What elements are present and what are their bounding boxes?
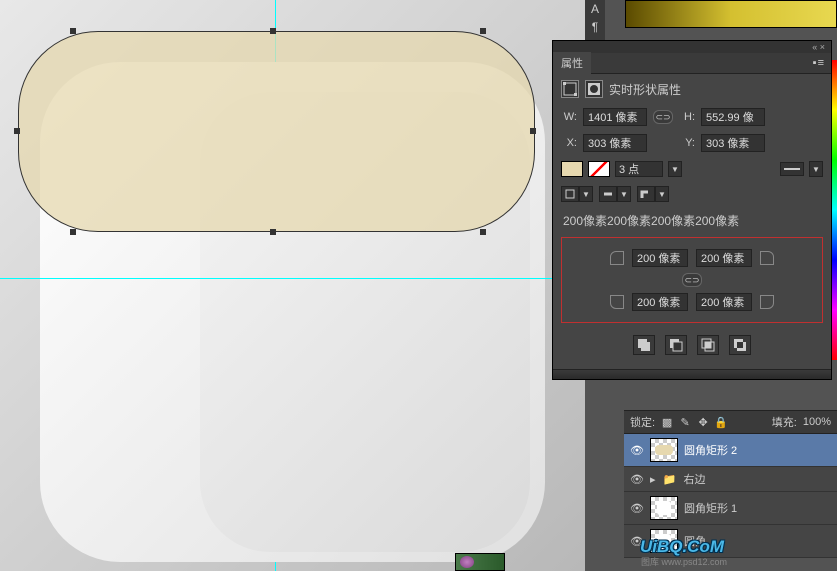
folder-icon: 📁 [662, 472, 678, 486]
stroke-caps-dropdown[interactable] [599, 186, 617, 202]
panel-footer [553, 369, 831, 379]
lock-label: 锁定: [630, 414, 655, 430]
lock-all-icon[interactable]: 🔒 [715, 416, 727, 428]
canvas[interactable] [0, 0, 585, 571]
visibility-eye-icon[interactable]: 👁 [630, 473, 644, 486]
fill-stroke-row: ▼ ▼ [553, 156, 831, 182]
lock-position-icon[interactable]: ✥ [697, 416, 709, 428]
layer-row[interactable]: 👁 圆角矩形 1 [624, 492, 837, 525]
lock-pixels-icon[interactable]: ✎ [679, 416, 691, 428]
gradient-preview[interactable] [625, 0, 837, 28]
corner-tr-input[interactable] [696, 249, 752, 267]
anchor-point[interactable] [270, 28, 276, 34]
layer-thumb [650, 438, 678, 462]
corner-radius-summary: 200像素200像素200像素200像素 [553, 206, 831, 235]
anchor-point[interactable] [14, 128, 20, 134]
y-input[interactable] [701, 134, 765, 152]
paragraph-icon[interactable]: ¶ [585, 20, 605, 34]
corner-tl-input[interactable] [632, 249, 688, 267]
taskbar-thumb [455, 553, 505, 571]
link-wh-icon[interactable]: ⊂⊃ [653, 110, 673, 124]
properties-panel: « × 属性 ▪≡ 实时形状属性 W: ⊂⊃ H: X: Y: ▼ ▼ ▼ [552, 40, 832, 380]
width-label: W: [561, 111, 577, 123]
corner-tl-icon [610, 251, 624, 265]
pathfinder-intersect-button[interactable] [697, 335, 719, 355]
chevron-down-icon[interactable]: ▼ [579, 186, 593, 202]
layer-thumb [650, 496, 678, 520]
fill-color-swatch[interactable] [561, 161, 583, 177]
chevron-down-icon[interactable]: ▼ [655, 186, 669, 202]
layer-name[interactable]: 圆角矩形 1 [684, 500, 737, 516]
watermark-logo: UiBQ.CoM [640, 537, 724, 557]
watermark-subtext: 图库 www.psd12.com [641, 555, 727, 568]
stroke-style-dropdown-icon[interactable]: ▼ [809, 161, 823, 177]
layer-name[interactable]: 圆角矩形 2 [684, 442, 737, 458]
visibility-eye-icon[interactable]: 👁 [630, 444, 644, 457]
anchor-point[interactable] [480, 229, 486, 235]
panel-collapse-icon[interactable]: « × [809, 42, 828, 52]
x-input[interactable] [583, 134, 647, 152]
layer-row[interactable]: 👁 ▸ 📁 右边 [624, 467, 837, 492]
stroke-align-dropdown[interactable] [561, 186, 579, 202]
bounding-box-icon [561, 80, 579, 98]
anchor-point[interactable] [270, 229, 276, 235]
anchor-point[interactable] [70, 229, 76, 235]
panel-subtitle: 实时形状属性 [609, 81, 681, 98]
anchor-point[interactable] [70, 28, 76, 34]
x-label: X: [561, 137, 577, 149]
link-corners-icon[interactable]: ⊂⊃ [682, 273, 702, 287]
pathfinder-subtract-button[interactable] [665, 335, 687, 355]
stroke-width-input[interactable] [615, 161, 663, 177]
height-label: H: [679, 111, 695, 123]
xy-row: X: Y: [553, 130, 831, 156]
panel-subtitle-row: 实时形状属性 [553, 74, 831, 104]
corner-br-input[interactable] [696, 293, 752, 311]
fill-opacity-label: 填充: [772, 414, 797, 430]
y-label: Y: [679, 137, 695, 149]
anchor-point[interactable] [530, 128, 536, 134]
layers-lock-row: 锁定: ▩ ✎ ✥ 🔒 填充: 100% [624, 411, 837, 434]
pathfinder-exclude-button[interactable] [729, 335, 751, 355]
corner-radius-group: ⊂⊃ [561, 237, 823, 323]
stroke-style-dropdown[interactable] [780, 162, 804, 176]
corner-tr-icon [760, 251, 774, 265]
pathfinder-unite-button[interactable] [633, 335, 655, 355]
visibility-eye-icon[interactable]: 👁 [630, 502, 644, 515]
color-strip[interactable] [832, 60, 837, 360]
width-input[interactable] [583, 108, 647, 126]
layers-panel: 锁定: ▩ ✎ ✥ 🔒 填充: 100% 👁 圆角矩形 2 👁 ▸ 📁 右边 👁… [624, 410, 837, 558]
layer-name[interactable]: 右边 [684, 471, 706, 487]
corner-bl-icon [610, 295, 624, 309]
fill-opacity-value[interactable]: 100% [803, 416, 831, 428]
properties-tab[interactable]: 属性 [553, 52, 591, 74]
layer-row-selected[interactable]: 👁 圆角矩形 2 [624, 434, 837, 467]
stroke-align-row: ▼ ▼ ▼ [553, 182, 831, 206]
stroke-corners-dropdown[interactable] [637, 186, 655, 202]
anchor-point[interactable] [480, 28, 486, 34]
stroke-color-swatch[interactable] [588, 161, 610, 177]
wh-row: W: ⊂⊃ H: [553, 104, 831, 130]
mask-icon [585, 80, 603, 98]
pathfinder-row [553, 325, 831, 369]
panel-menu-icon[interactable]: ▪≡ [807, 57, 831, 69]
height-input[interactable] [701, 108, 765, 126]
type-tool-a[interactable]: A [585, 2, 605, 16]
expand-arrow-icon[interactable]: ▸ [650, 473, 656, 486]
corner-br-icon [760, 295, 774, 309]
stroke-width-dropdown-icon[interactable]: ▼ [668, 161, 682, 177]
chevron-down-icon[interactable]: ▼ [617, 186, 631, 202]
shape-rounded-rect-2-selected[interactable] [18, 31, 535, 232]
panel-titlebar: 属性 ▪≡ [553, 53, 831, 74]
lock-transparency-icon[interactable]: ▩ [661, 416, 673, 428]
corner-bl-input[interactable] [632, 293, 688, 311]
